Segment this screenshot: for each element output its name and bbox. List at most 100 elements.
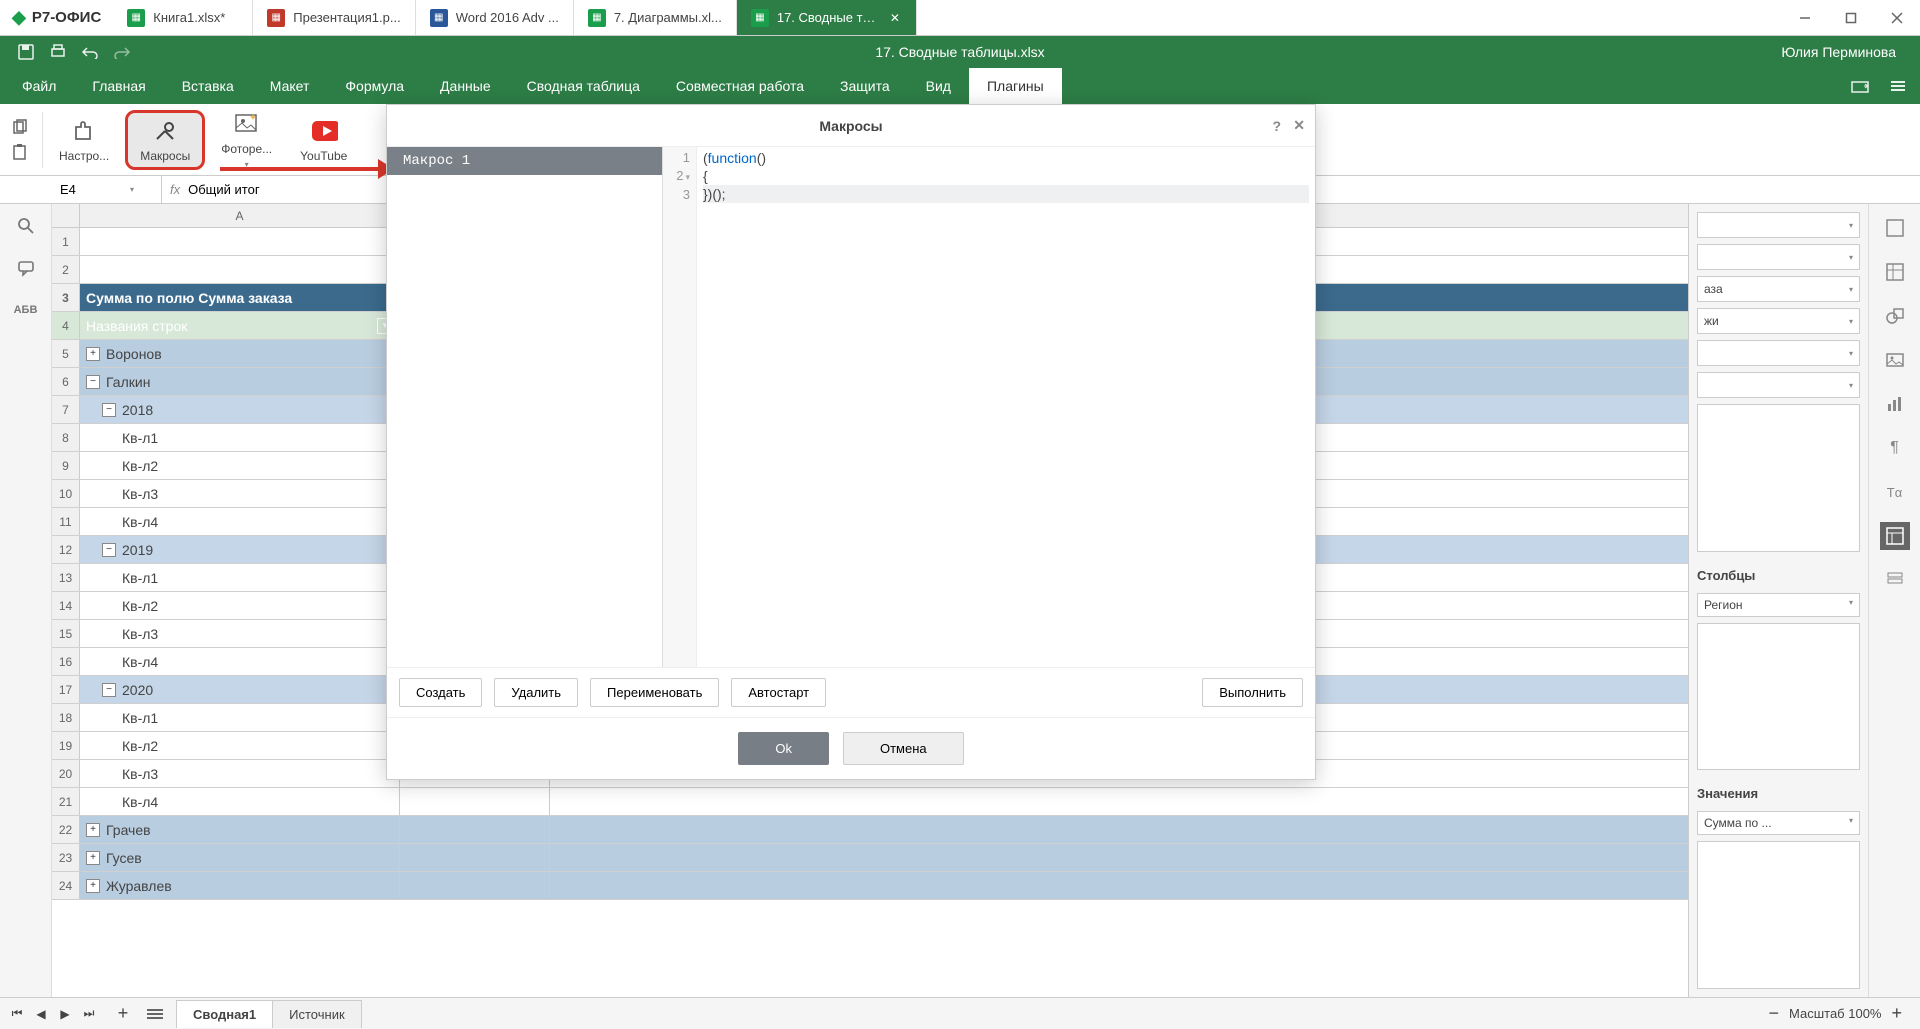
select-all-corner[interactable] — [52, 204, 80, 227]
sheet-tab[interactable]: Источник — [272, 1000, 362, 1028]
cell[interactable]: +Воронов — [80, 340, 400, 367]
panel-select-6[interactable]: ▾ — [1697, 372, 1860, 398]
row-header[interactable]: 11 — [52, 508, 80, 535]
redo-icon[interactable] — [106, 38, 138, 66]
menu-item[interactable]: Вид — [908, 68, 969, 104]
help-icon[interactable]: ? — [1272, 118, 1281, 134]
sheet-prev-icon[interactable]: ◀ — [30, 1003, 52, 1025]
row-header[interactable]: 16 — [52, 648, 80, 675]
cell[interactable]: −Галкин — [80, 368, 400, 395]
chart-settings-icon[interactable] — [1880, 390, 1910, 418]
values-box[interactable] — [1697, 841, 1860, 989]
file-tab[interactable]: ▦ Презентация1.p... — [253, 0, 415, 35]
sheet-last-icon[interactable]: ⏭ — [78, 1003, 100, 1025]
row-header[interactable]: 20 — [52, 760, 80, 787]
expand-icon[interactable]: − — [102, 543, 116, 557]
menu-item[interactable]: Совместная работа — [658, 68, 822, 104]
menu-item[interactable]: Защита — [822, 68, 908, 104]
cell[interactable]: +Журавлев — [80, 872, 400, 899]
values-item[interactable]: Сумма по ...▾ — [1697, 811, 1860, 835]
print-icon[interactable] — [42, 38, 74, 66]
shape-settings-icon[interactable] — [1880, 302, 1910, 330]
expand-icon[interactable]: + — [86, 823, 100, 837]
expand-icon[interactable]: − — [102, 403, 116, 417]
columns-item[interactable]: Регион▾ — [1697, 593, 1860, 617]
menu-item[interactable]: Главная — [74, 68, 163, 104]
macro-list[interactable]: Макрос 1 — [387, 147, 663, 667]
expand-icon[interactable]: + — [86, 879, 100, 893]
run-button[interactable]: Выполнить — [1202, 678, 1303, 707]
paste-icon[interactable] — [8, 142, 32, 162]
cell[interactable]: Кв-л4 — [80, 648, 400, 675]
col-header-A[interactable]: A — [80, 204, 400, 227]
spellcheck-icon[interactable]: АБВ — [12, 298, 40, 322]
panel-select-2[interactable]: ▾ — [1697, 244, 1860, 270]
macros-button[interactable]: Макросы — [125, 110, 205, 170]
cell[interactable]: Кв-л3 — [80, 620, 400, 647]
add-sheet-button[interactable]: + — [112, 1003, 134, 1025]
expand-icon[interactable]: + — [86, 851, 100, 865]
undo-icon[interactable] — [74, 38, 106, 66]
photo-editor-button[interactable]: Фоторе...▾ — [209, 110, 284, 170]
cell[interactable]: Кв-л2 — [80, 732, 400, 759]
textart-settings-icon[interactable]: Tα — [1880, 478, 1910, 506]
cancel-button[interactable]: Отмена — [843, 732, 964, 765]
ok-button[interactable]: Ok — [738, 732, 829, 765]
user-name[interactable]: Юлия Перминова — [1781, 44, 1910, 60]
row-header[interactable]: 3 — [52, 284, 80, 311]
row-header[interactable]: 18 — [52, 704, 80, 731]
plugin-settings-button[interactable]: Настро... — [47, 110, 121, 170]
cell-settings-icon[interactable] — [1880, 214, 1910, 242]
table-settings-icon[interactable] — [1880, 258, 1910, 286]
cell[interactable]: Кв-л1 — [80, 424, 400, 451]
cell[interactable]: +Гусев — [80, 844, 400, 871]
close-button[interactable] — [1874, 0, 1920, 36]
menu-item[interactable]: Макет — [252, 68, 328, 104]
row-header[interactable]: 13 — [52, 564, 80, 591]
row-header[interactable]: 10 — [52, 480, 80, 507]
cell[interactable] — [400, 816, 550, 843]
cell[interactable]: Сумма по полю Сумма заказа — [80, 284, 400, 311]
cell[interactable]: Кв-л3 — [80, 760, 400, 787]
panel-select-5[interactable]: ▾ — [1697, 340, 1860, 366]
panel-select-4[interactable]: жи▾ — [1697, 308, 1860, 334]
zoom-out-button[interactable]: − — [1768, 1003, 1779, 1024]
close-icon[interactable]: ✕ — [1293, 117, 1305, 134]
sheet-next-icon[interactable]: ▶ — [54, 1003, 76, 1025]
file-tab[interactable]: ▦ 7. Диаграммы.xl... — [574, 0, 737, 35]
cell[interactable]: Кв-л1 — [80, 704, 400, 731]
table-row[interactable]: 23 +Гусев — [52, 844, 1688, 872]
row-header[interactable]: 22 — [52, 816, 80, 843]
sheet-list-button[interactable] — [144, 1003, 166, 1025]
row-header[interactable]: 2 — [52, 256, 80, 283]
row-header[interactable]: 1 — [52, 228, 80, 255]
expand-icon[interactable]: + — [86, 347, 100, 361]
menu-item[interactable]: Файл — [4, 68, 74, 104]
cell[interactable] — [400, 788, 550, 815]
file-tab[interactable]: ▦ Книга1.xlsx* — [113, 0, 253, 35]
name-box-input[interactable] — [60, 182, 130, 197]
pivot-settings-icon[interactable] — [1880, 522, 1910, 550]
macro-list-item[interactable]: Макрос 1 — [387, 147, 662, 175]
table-row[interactable]: 24 +Журавлев — [52, 872, 1688, 900]
comments-icon[interactable] — [12, 256, 40, 280]
expand-icon[interactable]: − — [102, 683, 116, 697]
panel-fields-box[interactable] — [1697, 404, 1860, 552]
cell[interactable]: Кв-л2 — [80, 592, 400, 619]
row-header[interactable]: 5 — [52, 340, 80, 367]
cell[interactable]: −2019 — [80, 536, 400, 563]
fx-label[interactable]: fx — [162, 182, 188, 197]
row-header[interactable]: 7 — [52, 396, 80, 423]
delete-button[interactable]: Удалить — [494, 678, 578, 707]
row-header[interactable]: 6 — [52, 368, 80, 395]
cell[interactable]: Названия строк▼ — [80, 312, 400, 339]
name-box[interactable]: ▾ — [52, 176, 162, 203]
table-row[interactable]: 22 +Грачев — [52, 816, 1688, 844]
panel-select-3[interactable]: аза▾ — [1697, 276, 1860, 302]
file-tab[interactable]: ▦ 17. Сводные та... ✕ — [737, 0, 917, 35]
row-header[interactable]: 8 — [52, 424, 80, 451]
image-settings-icon[interactable] — [1880, 346, 1910, 374]
cell[interactable]: +Грачев — [80, 816, 400, 843]
autostart-button[interactable]: Автостарт — [731, 678, 826, 707]
row-header[interactable]: 21 — [52, 788, 80, 815]
